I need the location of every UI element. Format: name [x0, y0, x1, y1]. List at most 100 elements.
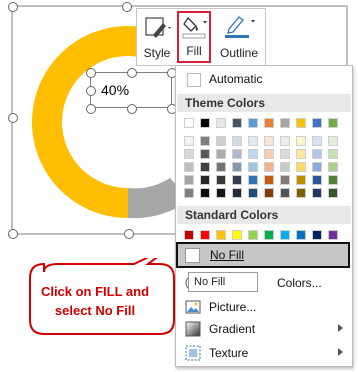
theme-color-shade-swatch[interactable] — [312, 188, 322, 198]
theme-color-shade-swatch[interactable] — [328, 136, 338, 146]
theme-color-shade-swatch[interactable] — [184, 136, 194, 146]
theme-color-shade-swatch[interactable] — [232, 149, 242, 159]
theme-color-shade-swatch[interactable] — [328, 188, 338, 198]
theme-color-swatch[interactable] — [296, 118, 306, 128]
menu-item-picture[interactable]: Picture... — [177, 296, 351, 318]
theme-color-shade-swatch[interactable] — [184, 162, 194, 172]
theme-color-shade-swatch[interactable] — [184, 149, 194, 159]
theme-color-shade-swatch[interactable] — [264, 188, 274, 198]
theme-color-shade-swatch[interactable] — [216, 188, 226, 198]
theme-color-shade-swatch[interactable] — [184, 175, 194, 185]
theme-color-shade-swatch[interactable] — [280, 162, 290, 172]
theme-color-shade-swatch[interactable] — [296, 188, 306, 198]
standard-color-swatch[interactable] — [200, 230, 210, 240]
standard-color-swatch[interactable] — [184, 230, 194, 240]
theme-color-shade-swatch[interactable] — [216, 149, 226, 159]
chart-resize-handle[interactable] — [124, 229, 134, 239]
style-button[interactable]: Style — [139, 11, 175, 63]
theme-color-swatch[interactable] — [328, 118, 338, 128]
standard-color-swatch[interactable] — [248, 230, 258, 240]
label-resize-handle[interactable] — [127, 68, 137, 78]
fill-dropdown-menu: Automatic Theme Colors Standard Colors N… — [175, 65, 353, 367]
theme-color-shade-swatch[interactable] — [264, 136, 274, 146]
theme-color-shade-swatch[interactable] — [232, 175, 242, 185]
theme-color-shade-swatch[interactable] — [296, 175, 306, 185]
no-fill-tooltip: No Fill — [188, 272, 258, 292]
theme-color-swatch[interactable] — [264, 118, 274, 128]
theme-color-shade-swatch[interactable] — [312, 136, 322, 146]
chart-resize-handle[interactable] — [122, 2, 132, 12]
theme-color-shade-swatch[interactable] — [280, 188, 290, 198]
theme-color-shade-swatch[interactable] — [232, 136, 242, 146]
theme-color-shade-swatch[interactable] — [328, 149, 338, 159]
label-resize-handle[interactable] — [86, 86, 96, 96]
texture-icon — [185, 345, 201, 361]
theme-color-swatch[interactable] — [280, 118, 290, 128]
menu-item-gradient[interactable]: Gradient — [177, 318, 351, 340]
theme-color-swatch[interactable] — [312, 118, 322, 128]
outline-button[interactable]: Outline — [215, 11, 263, 63]
standard-color-swatch[interactable] — [216, 230, 226, 240]
fill-button[interactable]: Fill — [177, 11, 211, 63]
menu-item-texture[interactable]: Texture — [177, 342, 351, 364]
theme-color-shade-swatch[interactable] — [200, 188, 210, 198]
label-resize-handle[interactable] — [86, 104, 96, 114]
theme-color-shade-swatch[interactable] — [280, 149, 290, 159]
label-resize-handle[interactable] — [86, 68, 96, 78]
standard-color-swatch[interactable] — [328, 230, 338, 240]
theme-color-shade-swatch[interactable] — [216, 136, 226, 146]
theme-color-shade-swatch[interactable] — [264, 162, 274, 172]
theme-color-shade-swatch[interactable] — [280, 175, 290, 185]
submenu-arrow-icon — [338, 348, 343, 356]
label-resize-handle[interactable] — [127, 104, 137, 114]
theme-color-shade-swatch[interactable] — [232, 162, 242, 172]
theme-color-shade-swatch[interactable] — [248, 188, 258, 198]
no-fill-swatch-icon — [185, 248, 200, 263]
standard-color-swatch[interactable] — [296, 230, 306, 240]
theme-color-shade-swatch[interactable] — [328, 162, 338, 172]
standard-colors-grid — [176, 228, 352, 242]
theme-color-shade-swatch[interactable] — [296, 149, 306, 159]
theme-color-shade-swatch[interactable] — [216, 162, 226, 172]
theme-color-shade-swatch[interactable] — [248, 175, 258, 185]
theme-color-shade-swatch[interactable] — [264, 175, 274, 185]
callout-line-1: Click on FILL and — [40, 284, 150, 299]
theme-color-shade-swatch[interactable] — [264, 149, 274, 159]
theme-color-swatch[interactable] — [248, 118, 258, 128]
theme-color-shade-swatch[interactable] — [184, 188, 194, 198]
theme-color-shade-swatch[interactable] — [296, 162, 306, 172]
theme-color-shade-swatch[interactable] — [296, 136, 306, 146]
theme-color-shade-swatch[interactable] — [248, 149, 258, 159]
theme-color-swatch[interactable] — [184, 118, 194, 128]
submenu-arrow-icon — [338, 324, 343, 332]
chart-resize-handle[interactable] — [8, 2, 18, 12]
theme-color-swatch[interactable] — [200, 118, 210, 128]
chart-resize-handle[interactable] — [8, 113, 18, 123]
data-label-text: 40% — [101, 82, 130, 98]
theme-color-shade-swatch[interactable] — [328, 175, 338, 185]
doughnut-segment-main[interactable] — [32, 26, 128, 218]
standard-color-swatch[interactable] — [232, 230, 242, 240]
menu-item-no-fill[interactable]: No Fill — [176, 242, 350, 268]
theme-color-shade-swatch[interactable] — [248, 136, 258, 146]
callout-text: Click on FILL and select No Fill — [30, 282, 160, 320]
theme-color-shade-swatch[interactable] — [216, 175, 226, 185]
theme-color-shade-swatch[interactable] — [232, 188, 242, 198]
standard-color-swatch[interactable] — [280, 230, 290, 240]
menu-item-automatic[interactable]: Automatic — [177, 68, 351, 90]
theme-color-shade-swatch[interactable] — [312, 175, 322, 185]
more-colors-label-visible-end: Colors... — [277, 276, 322, 290]
chart-resize-handle[interactable] — [8, 229, 18, 239]
theme-color-shade-swatch[interactable] — [312, 162, 322, 172]
theme-color-shade-swatch[interactable] — [200, 149, 210, 159]
theme-color-shade-swatch[interactable] — [280, 136, 290, 146]
theme-color-shade-swatch[interactable] — [200, 136, 210, 146]
theme-color-shade-swatch[interactable] — [312, 149, 322, 159]
standard-color-swatch[interactable] — [264, 230, 274, 240]
theme-color-shade-swatch[interactable] — [248, 162, 258, 172]
theme-color-swatch[interactable] — [232, 118, 242, 128]
theme-color-shade-swatch[interactable] — [200, 162, 210, 172]
standard-color-swatch[interactable] — [312, 230, 322, 240]
theme-color-swatch[interactable] — [216, 118, 226, 128]
theme-color-shade-swatch[interactable] — [200, 175, 210, 185]
